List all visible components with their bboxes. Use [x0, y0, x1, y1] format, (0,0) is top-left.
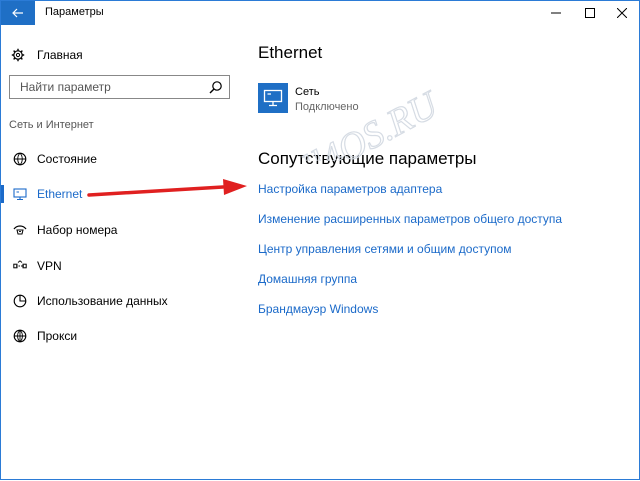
- section-label: Сеть и Интернет: [9, 119, 94, 131]
- sidebar-item-label: Состояние: [37, 152, 97, 166]
- close-button[interactable]: [605, 1, 639, 25]
- sidebar-item-label: Прокси: [37, 329, 78, 343]
- home-gear-icon: [11, 48, 25, 62]
- back-button[interactable]: [1, 1, 35, 25]
- window-title: Параметры: [45, 6, 104, 18]
- globe-icon: [13, 329, 27, 343]
- sidebar-home[interactable]: Главная: [11, 45, 83, 65]
- sidebar-item-label: Использование данных: [37, 294, 168, 308]
- related-settings-heading: Сопутствующие параметры: [258, 149, 477, 168]
- link-network-center[interactable]: Центр управления сетями и общим доступом: [258, 242, 512, 256]
- sidebar-item-proxy[interactable]: Прокси: [1, 325, 231, 347]
- sidebar-item-data-usage[interactable]: Использование данных: [1, 290, 231, 312]
- sidebar-item-vpn[interactable]: VPN: [1, 255, 231, 277]
- active-indicator: [1, 185, 4, 203]
- network-status: Подключено: [295, 101, 359, 113]
- sidebar-item-label: Ethernet: [37, 187, 83, 201]
- sidebar-home-label: Главная: [37, 48, 83, 62]
- search-box[interactable]: [9, 75, 230, 99]
- ethernet-icon: [13, 188, 27, 201]
- sidebar-item-label: VPN: [37, 259, 62, 273]
- link-homegroup[interactable]: Домашняя группа: [258, 272, 357, 286]
- link-firewall[interactable]: Брандмауэр Windows: [258, 302, 378, 316]
- link-adapter-settings[interactable]: Настройка параметров адаптера: [258, 182, 442, 196]
- minimize-icon: [551, 12, 561, 14]
- maximize-button[interactable]: [573, 1, 607, 25]
- link-advanced-sharing[interactable]: Изменение расширенных параметров общего …: [258, 212, 562, 226]
- back-arrow-icon: [12, 8, 23, 18]
- dialup-icon: [13, 225, 27, 235]
- page-title: Ethernet: [258, 43, 323, 62]
- minimize-button[interactable]: [539, 1, 573, 25]
- globe-status-icon: [13, 152, 27, 166]
- network-monitor-icon: [263, 89, 283, 107]
- sidebar: Главная Сеть и Интернет Состояние Ethern: [1, 25, 241, 479]
- sidebar-item-dialup[interactable]: Набор номера: [1, 219, 231, 241]
- settings-window: Параметры Главная Сеть и Интер: [0, 0, 640, 480]
- sidebar-item-status[interactable]: Состояние: [1, 148, 231, 170]
- close-icon: [617, 8, 627, 18]
- search-input[interactable]: [10, 79, 207, 95]
- title-bar: Параметры: [1, 1, 639, 25]
- data-usage-icon: [13, 294, 27, 308]
- sidebar-item-label: Набор номера: [37, 223, 118, 237]
- search-icon: [209, 81, 222, 94]
- network-name[interactable]: Сеть: [295, 86, 319, 98]
- vpn-icon: [13, 260, 27, 269]
- main-content: Ethernet Сеть Подключено Сопутствующие п…: [241, 25, 639, 479]
- maximize-icon: [585, 8, 595, 18]
- sidebar-item-ethernet[interactable]: Ethernet: [1, 183, 231, 205]
- network-tile[interactable]: [258, 83, 288, 113]
